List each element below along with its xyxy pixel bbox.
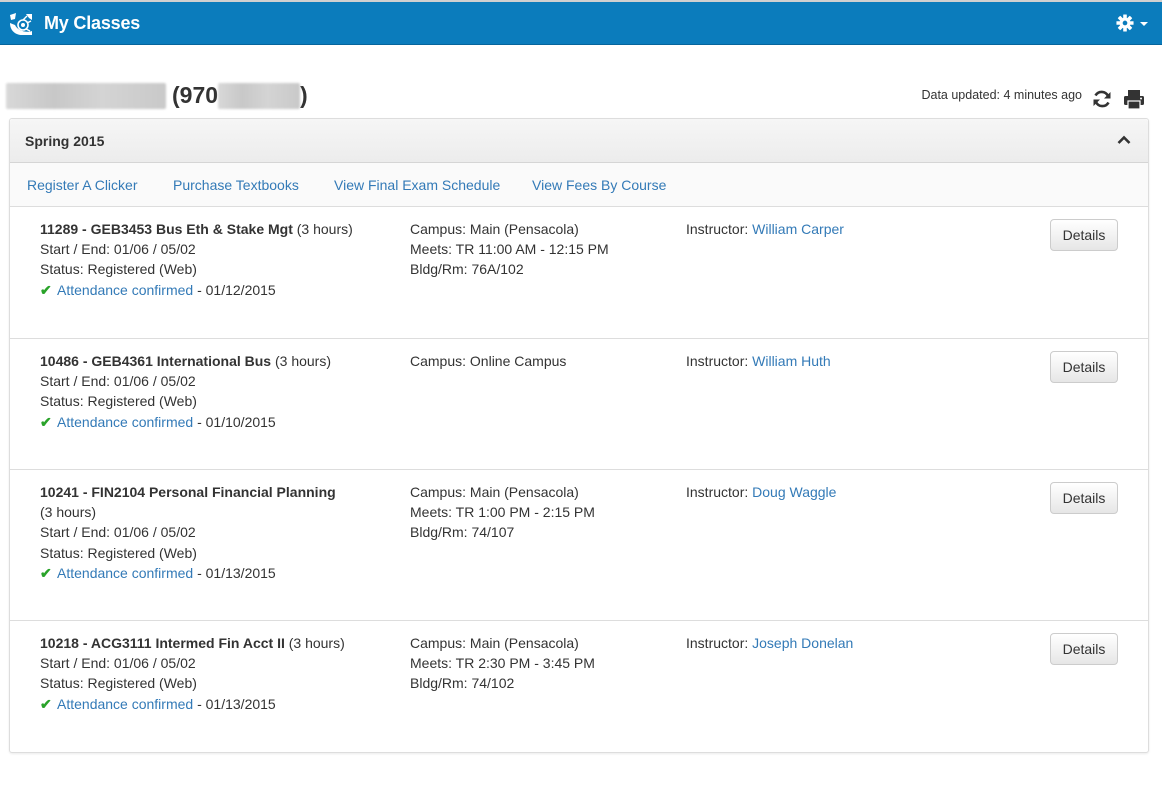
course-location: Campus: Main (Pensacola) Meets: TR 2:30 … (410, 633, 670, 694)
course-hours: (3 hours) (288, 635, 345, 651)
course-instructor: Instructor: Doug Waggle (686, 482, 986, 502)
attendance-confirmed-link[interactable]: Attendance confirmed (57, 696, 193, 712)
course-meets: Meets: TR 1:00 PM - 2:15 PM (410, 504, 595, 521)
course-row: 10218 - ACG3111 Intermed Fin Acct II (3 … (10, 621, 1148, 751)
course-campus: Campus: Main (Pensacola) (410, 221, 579, 237)
instructor-label: Instructor: (686, 353, 753, 369)
instructor-label: Instructor: (686, 635, 753, 651)
university-logo-icon[interactable] (8, 11, 34, 37)
term-links-bar: Register A Clicker Purchase Textbooks Vi… (10, 163, 1148, 207)
course-title: 10486 - GEB4361 International Bus (40, 353, 272, 369)
details-button[interactable]: Details (1050, 219, 1118, 251)
attendance-confirmed-link[interactable]: Attendance confirmed (57, 414, 193, 430)
course-dates: Start / End: 01/06 / 05/02 (40, 655, 196, 672)
data-updated-text: Data updated: 4 minutes ago (921, 88, 1082, 102)
purchase-textbooks-link[interactable]: Purchase Textbooks (173, 177, 299, 193)
print-icon[interactable] (1123, 88, 1145, 110)
attendance-date: - 01/12/2015 (193, 281, 276, 298)
course-status: Status: Registered (Web) (40, 675, 197, 692)
course-instructor: Instructor: William Carper (686, 219, 986, 239)
details-button[interactable]: Details (1050, 482, 1118, 514)
attendance-date: - 01/10/2015 (193, 413, 276, 430)
checkmark-icon: ✔ (40, 564, 52, 581)
student-id-suffix: ) (300, 82, 308, 108)
view-final-exam-schedule-link[interactable]: View Final Exam Schedule (334, 177, 500, 193)
instructor-link[interactable]: William Carper (752, 221, 844, 237)
course-info: 10486 - GEB4361 International Bus (3 hou… (40, 351, 380, 432)
details-button[interactable]: Details (1050, 633, 1118, 665)
course-room: Bldg/Rm: 74/107 (410, 524, 515, 541)
chevron-up-icon[interactable] (1116, 132, 1132, 148)
course-campus: Campus: Main (Pensacola) (410, 484, 579, 500)
course-room: Bldg/Rm: 76A/102 (410, 261, 524, 278)
instructor-label: Instructor: (686, 221, 753, 237)
course-room: Bldg/Rm: 74/102 (410, 675, 515, 692)
course-location: Campus: Main (Pensacola) Meets: TR 1:00 … (410, 482, 670, 543)
checkmark-icon: ✔ (40, 413, 52, 430)
top-navbar: My Classes (0, 0, 1162, 45)
settings-dropdown[interactable] (1116, 14, 1148, 32)
instructor-link[interactable]: Joseph Donelan (752, 635, 853, 651)
course-title: 11289 - GEB3453 Bus Eth & Stake Mgt (40, 221, 293, 237)
course-title: 10218 - ACG3111 Intermed Fin Acct II (40, 635, 285, 651)
course-row: 10241 - FIN2104 Personal Financial Plann… (10, 470, 1148, 621)
checkmark-icon: ✔ (40, 695, 52, 712)
course-meets: Meets: TR 2:30 PM - 3:45 PM (410, 655, 595, 672)
details-button[interactable]: Details (1050, 351, 1118, 383)
student-header: (970 ) (6, 82, 308, 109)
checkmark-icon: ✔ (40, 281, 52, 298)
gear-icon (1116, 14, 1134, 32)
course-hours: (3 hours) (40, 504, 97, 521)
course-instructor: Instructor: William Huth (686, 351, 986, 371)
course-location: Campus: Online Campus (410, 351, 670, 371)
redacted-student-name (6, 82, 166, 109)
course-dates: Start / End: 01/06 / 05/02 (40, 373, 196, 390)
course-instructor: Instructor: Joseph Donelan (686, 633, 986, 653)
app-title: My Classes (44, 13, 141, 33)
course-location: Campus: Main (Pensacola) Meets: TR 11:00… (410, 219, 670, 280)
attendance-date: - 01/13/2015 (193, 564, 276, 581)
term-title: Spring 2015 (25, 133, 105, 149)
view-fees-by-course-link[interactable]: View Fees By Course (532, 177, 666, 193)
caret-down-icon (1140, 22, 1148, 26)
term-panel-heading[interactable]: Spring 2015 (10, 119, 1148, 163)
course-status: Status: Registered (Web) (40, 261, 197, 278)
student-id-prefix: (970 (172, 82, 219, 108)
attendance-confirmed-link[interactable]: Attendance confirmed (57, 565, 193, 581)
course-info: 10218 - ACG3111 Intermed Fin Acct II (3 … (40, 633, 380, 714)
term-panel: Spring 2015 Register A Clicker Purchase … (9, 118, 1149, 753)
course-hours: (3 hours) (274, 353, 332, 369)
course-dates: Start / End: 01/06 / 05/02 (40, 241, 196, 258)
course-campus: Campus: Main (Pensacola) (410, 635, 579, 651)
redacted-student-id (218, 82, 301, 109)
instructor-link[interactable]: William Huth (752, 353, 831, 369)
course-hours: (3 hours) (296, 221, 353, 237)
refresh-icon[interactable] (1091, 88, 1113, 110)
course-title: 10241 - FIN2104 Personal Financial Plann… (40, 484, 336, 500)
course-dates: Start / End: 01/06 / 05/02 (40, 524, 196, 541)
course-status: Status: Registered (Web) (40, 544, 197, 561)
course-row: 11289 - GEB3453 Bus Eth & Stake Mgt (3 h… (10, 207, 1148, 339)
course-row: 10486 - GEB4361 International Bus (3 hou… (10, 339, 1148, 470)
instructor-label: Instructor: (686, 484, 753, 500)
course-info: 10241 - FIN2104 Personal Financial Plann… (40, 482, 380, 583)
course-status: Status: Registered (Web) (40, 393, 197, 410)
register-clicker-link[interactable]: Register A Clicker (27, 177, 137, 193)
course-info: 11289 - GEB3453 Bus Eth & Stake Mgt (3 h… (40, 219, 380, 300)
attendance-date: - 01/13/2015 (193, 695, 276, 712)
attendance-confirmed-link[interactable]: Attendance confirmed (57, 282, 193, 298)
course-meets: Meets: TR 11:00 AM - 12:15 PM (410, 241, 609, 258)
course-campus: Campus: Online Campus (410, 353, 567, 369)
instructor-link[interactable]: Doug Waggle (752, 484, 836, 500)
